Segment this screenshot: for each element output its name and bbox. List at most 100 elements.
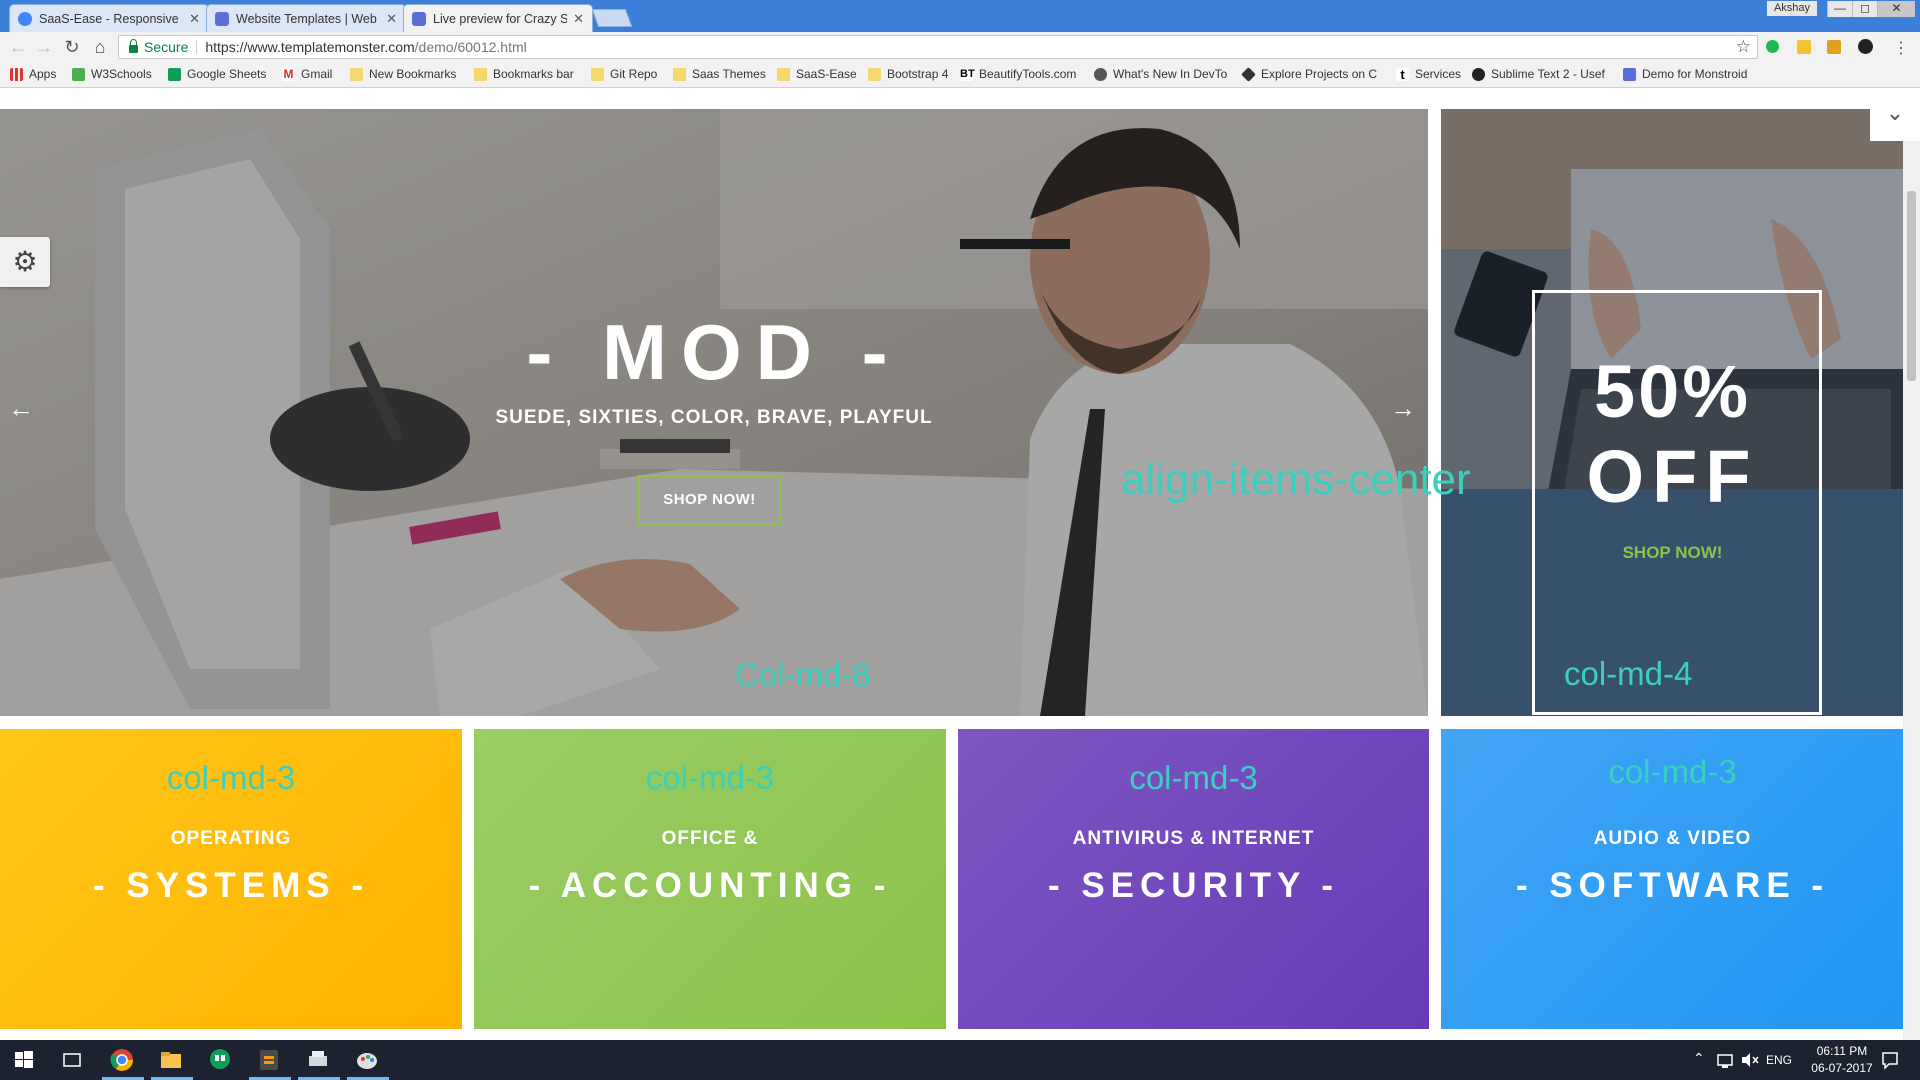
- slider-prev-arrow-icon[interactable]: ←: [8, 393, 34, 424]
- annotation-col-md-3: col-md-3: [1129, 759, 1258, 796]
- volume-muted-icon[interactable]: [1735, 1046, 1763, 1074]
- file-explorer-icon[interactable]: [157, 1046, 185, 1074]
- bookmark-label: Git Repo: [610, 67, 658, 81]
- task-view-icon[interactable]: [58, 1046, 86, 1074]
- side-promo: 50% OFF SHOP NOW! col-md-4: [1441, 109, 1904, 716]
- templatemonster-icon: [215, 11, 229, 26]
- bookmark-w3schools[interactable]: W3Schools: [72, 67, 152, 81]
- category-operating-systems[interactable]: col-md-3 OPERATING - SYSTEMS -: [0, 729, 462, 1029]
- tab-website-templates[interactable]: Website Templates | Web ✕: [206, 4, 406, 32]
- settings-gear-icon[interactable]: ⚙: [0, 237, 50, 287]
- windows-start-icon[interactable]: [10, 1046, 38, 1074]
- bookmark-star-icon[interactable]: ☆: [1736, 37, 1751, 57]
- page-scrollbar[interactable]: [1903, 141, 1920, 1040]
- chrome-taskbar-icon[interactable]: [108, 1046, 136, 1074]
- bookmark-bootstrap-4[interactable]: Bootstrap 4: [868, 67, 948, 81]
- tab-live-preview[interactable]: Live preview for Crazy Sc ✕: [403, 4, 593, 32]
- category-office-accounting[interactable]: col-md-3 OFFICE & - ACCOUNTING -: [474, 729, 946, 1029]
- hero-shop-now-button[interactable]: SHOP NOW!: [638, 475, 781, 525]
- bookmark-label: New Bookmarks: [369, 67, 457, 81]
- templatemonster-icon: [412, 11, 426, 26]
- paint-app-icon[interactable]: [353, 1046, 381, 1074]
- tab-label: SaaS-Ease - Responsive S: [39, 11, 184, 26]
- bookmark-saas-ease[interactable]: SaaS-Ease: [777, 67, 857, 81]
- folder-icon: [868, 67, 881, 81]
- folder-icon: [673, 67, 686, 81]
- promo-shop-now-link[interactable]: SHOP NOW!: [1441, 543, 1904, 563]
- reload-icon[interactable]: ↻: [61, 37, 83, 58]
- tray-chevron-up-icon[interactable]: ⌃: [1693, 1050, 1705, 1067]
- category-audio-video-software[interactable]: col-md-3 AUDIO & VIDEO - SOFTWARE -: [1441, 729, 1904, 1029]
- bookmark-gmail[interactable]: M Gmail: [282, 67, 332, 81]
- category-line1: ANTIVIRUS & INTERNET: [1072, 828, 1315, 849]
- annotation-col-md-4: col-md-4: [1564, 655, 1693, 692]
- chevron-down-icon[interactable]: ⌄: [1870, 89, 1920, 141]
- url-path: /demo/60012.html: [414, 39, 527, 55]
- address-bar[interactable]: Secure https://www.templatemonster.com/d…: [118, 35, 1758, 59]
- extension-dark-icon[interactable]: [1858, 39, 1873, 54]
- close-tab-icon[interactable]: ✕: [386, 11, 397, 27]
- bookmark-label: What's New In DevTo: [1113, 67, 1228, 81]
- minimize-button[interactable]: —: [1827, 1, 1852, 17]
- home-icon[interactable]: ⌂: [89, 37, 111, 58]
- clock-date[interactable]: 06-07-2017: [1807, 1061, 1877, 1075]
- category-line1: OPERATING: [170, 828, 292, 849]
- maximize-button[interactable]: ◻: [1852, 1, 1877, 17]
- extension-green-icon[interactable]: [1766, 40, 1779, 53]
- category-antivirus-security[interactable]: col-md-3 ANTIVIRUS & INTERNET - SECURITY…: [958, 729, 1429, 1029]
- secure-label: Secure: [144, 39, 189, 55]
- slider-next-arrow-icon[interactable]: →: [1390, 393, 1416, 424]
- apps-grid-icon: [10, 67, 23, 81]
- monstroid-icon: [1623, 67, 1636, 81]
- notifications-icon[interactable]: [1876, 1046, 1904, 1074]
- bookmark-label: Sublime Text 2 - Usef: [1491, 67, 1605, 81]
- tab-saas-ease[interactable]: SaaS-Ease - Responsive S ✕: [9, 4, 209, 32]
- bookmark-label: Saas Themes: [692, 67, 766, 81]
- sublime-text-icon[interactable]: [255, 1046, 283, 1074]
- bookmark-services[interactable]: t Services: [1396, 67, 1461, 81]
- menu-kebab-icon[interactable]: ⋮: [1890, 38, 1912, 58]
- browser-toolbar: ← → ↻ ⌂ Secure https://www.templatemonst…: [0, 32, 1920, 62]
- forward-arrow-icon[interactable]: →: [33, 37, 55, 58]
- printer-app-icon[interactable]: [304, 1046, 332, 1074]
- folder-icon: [777, 67, 790, 81]
- clock-time[interactable]: 06:11 PM: [1807, 1044, 1877, 1058]
- hangouts-icon[interactable]: [206, 1046, 234, 1074]
- annotation-col-md-3: col-md-3: [166, 759, 296, 796]
- new-tab-button[interactable]: [591, 9, 633, 27]
- bookmark-label: Bootstrap 4: [887, 67, 949, 81]
- bookmark-bookmarks-bar[interactable]: Bookmarks bar: [474, 67, 574, 81]
- promo-percent: 50%: [1593, 350, 1752, 433]
- sheets-icon: [168, 67, 181, 81]
- language-indicator[interactable]: ENG: [1766, 1053, 1792, 1067]
- bookmark-saas-themes[interactable]: Saas Themes: [673, 67, 766, 81]
- bookmark-codepen[interactable]: Explore Projects on C: [1241, 66, 1377, 82]
- extension-star-icon[interactable]: [1797, 40, 1811, 54]
- bookmark-label: Services: [1415, 67, 1462, 81]
- bookmark-apps[interactable]: Apps: [10, 67, 56, 81]
- close-tab-icon[interactable]: ✕: [189, 11, 200, 27]
- bookmark-google-sheets[interactable]: Google Sheets: [168, 67, 266, 81]
- browser-titlebar: SaaS-Ease - Responsive S ✕ Website Templ…: [0, 0, 1920, 32]
- back-arrow-icon[interactable]: ←: [7, 37, 29, 58]
- bookmark-beautifytools[interactable]: BT BeautifyTools.com: [960, 67, 1076, 81]
- bookmark-label: Bookmarks bar: [493, 67, 574, 81]
- scrollbar-thumb[interactable]: [1907, 191, 1916, 381]
- close-tab-icon[interactable]: ✕: [573, 11, 584, 27]
- category-line2: - SOFTWARE -: [1515, 866, 1830, 905]
- bookmark-devtools[interactable]: What's New In DevTo: [1094, 67, 1227, 81]
- bookmark-new-bookmarks[interactable]: New Bookmarks: [350, 67, 456, 81]
- close-window-button[interactable]: ✕: [1877, 1, 1915, 17]
- bookmark-git-repo[interactable]: Git Repo: [591, 67, 657, 81]
- divider: [196, 40, 198, 54]
- bookmark-monstroid[interactable]: Demo for Monstroid: [1623, 67, 1747, 81]
- extension-flag-icon[interactable]: [1827, 40, 1841, 54]
- t-icon: t: [1396, 67, 1409, 81]
- hero-subtitle: SUEDE, SIXTIES, COLOR, BRAVE, PLAYFUL: [495, 407, 933, 428]
- hero-title: - MOD -: [526, 308, 902, 396]
- profile-button[interactable]: Akshay: [1767, 1, 1817, 16]
- bookmark-sublime-text[interactable]: Sublime Text 2 - Usef: [1472, 67, 1605, 81]
- annotation-col-md-3: col-md-3: [1608, 753, 1737, 790]
- tab-label: Website Templates | Web: [236, 11, 377, 26]
- codepen-icon: [1241, 66, 1256, 82]
